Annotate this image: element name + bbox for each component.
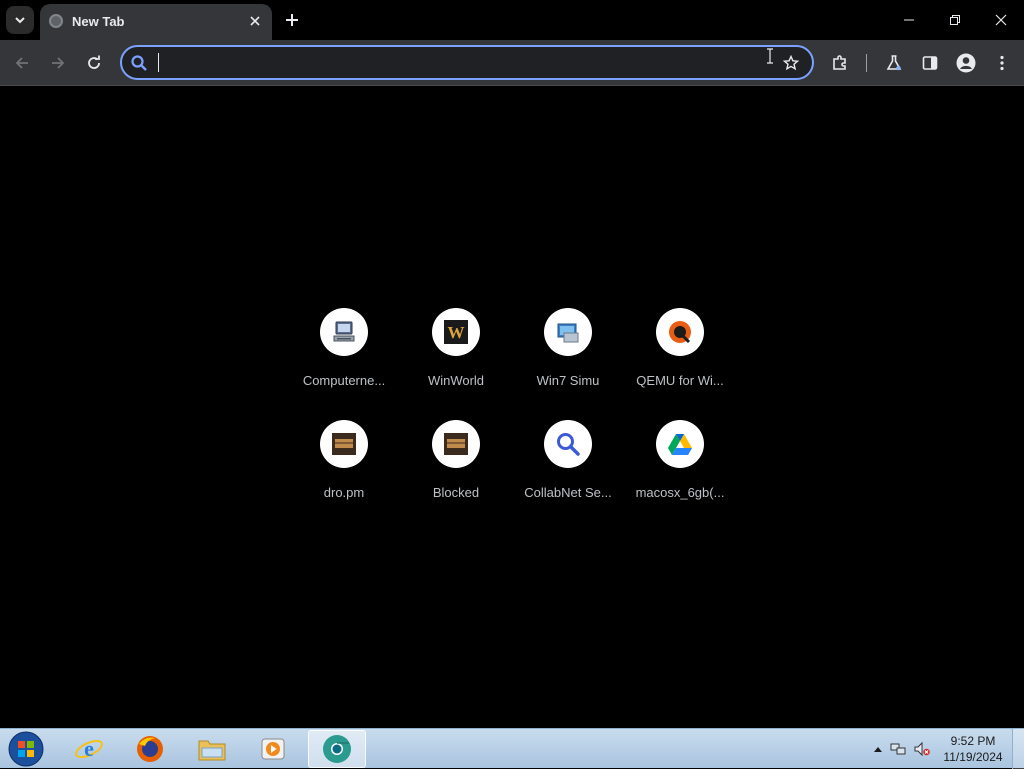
restore-icon: [950, 15, 960, 25]
shortcut-tile[interactable]: QEMU for Wi...: [624, 296, 736, 408]
bookmark-button[interactable]: [780, 52, 802, 74]
taskbar-file-explorer[interactable]: [183, 730, 241, 768]
shortcut-tile[interactable]: CollabNet Se...: [512, 408, 624, 520]
shortcut-label: WinWorld: [427, 373, 485, 388]
shortcut-tile[interactable]: dro.pm: [288, 408, 400, 520]
shortcut-label: Win7 Simu: [536, 373, 600, 388]
taskbar-media-player[interactable]: [244, 730, 302, 768]
taskbar-chrome[interactable]: [308, 730, 366, 768]
show-desktop-button[interactable]: [1012, 729, 1024, 769]
svg-text:e: e: [84, 736, 94, 761]
shortcut-tile[interactable]: W WinWorld: [400, 296, 512, 408]
taskbar-internet-explorer[interactable]: e: [60, 730, 118, 768]
start-button[interactable]: [4, 730, 48, 768]
firefox-icon: [137, 736, 163, 762]
blocked-site-icon: [432, 420, 480, 468]
side-panel-icon: [922, 56, 938, 70]
win7-simu-icon: [544, 308, 592, 356]
more-vert-icon: [1000, 55, 1004, 71]
close-window-button[interactable]: [978, 0, 1024, 40]
text-cursor-icon: [767, 48, 773, 64]
file-explorer-icon: [198, 740, 226, 761]
minimize-icon: [904, 19, 914, 21]
winworld-icon: W: [432, 308, 480, 356]
shortcut-label: CollabNet Se...: [524, 485, 612, 500]
profile-button[interactable]: [952, 49, 980, 77]
shortcut-label: dro.pm: [323, 485, 365, 500]
qemu-icon: [656, 308, 704, 356]
tab-search-button[interactable]: [6, 6, 34, 34]
close-icon: [995, 14, 1007, 26]
close-tab-button[interactable]: [246, 12, 264, 30]
text-caret: [158, 53, 159, 72]
forward-arrow-icon: [52, 57, 65, 69]
minimize-button[interactable]: [886, 0, 932, 40]
flask-icon: [886, 55, 902, 71]
labs-button[interactable]: [880, 49, 908, 77]
search-icon: [131, 55, 147, 71]
new-tab-button[interactable]: [280, 8, 304, 32]
toolbar-divider: [866, 54, 867, 72]
shortcut-label: macosx_6gb(...: [635, 485, 725, 500]
plus-icon: [286, 14, 298, 26]
shortcut-tile[interactable]: Win7 Simu: [512, 296, 624, 408]
side-panel-button[interactable]: [916, 49, 944, 77]
most-visited-shortcuts: Computerne... W WinWorld Win7 Simu QEMU …: [288, 296, 736, 520]
chevron-down-icon: [15, 17, 25, 24]
shortcut-label: Computerne...: [302, 373, 386, 388]
svg-text:W: W: [448, 323, 465, 342]
avatar-icon: [956, 53, 976, 73]
google-drive-icon: [656, 420, 704, 468]
forward-button[interactable]: [44, 49, 72, 77]
browser-toolbar: [0, 40, 1024, 86]
windows-taskbar: e 9:52 PM 11/19/2024: [0, 728, 1024, 769]
search-icon: [544, 420, 592, 468]
restore-button[interactable]: [932, 0, 978, 40]
menu-button[interactable]: [988, 49, 1016, 77]
reload-button[interactable]: [80, 49, 108, 77]
system-clock[interactable]: 9:52 PM 11/19/2024: [938, 733, 1008, 765]
back-arrow-icon: [15, 57, 28, 69]
close-icon: [250, 16, 260, 26]
show-hidden-icons-button[interactable]: [870, 741, 886, 757]
internet-explorer-icon: e: [75, 736, 103, 761]
volume-muted-icon: [914, 741, 930, 757]
chrome-icon: [323, 735, 351, 763]
shortcut-label: QEMU for Wi...: [636, 373, 724, 388]
shortcut-tile[interactable]: Blocked: [400, 408, 512, 520]
address-input[interactable]: [156, 52, 756, 74]
shortcut-label: Blocked: [432, 485, 480, 500]
shortcut-tile[interactable]: macosx_6gb(...: [624, 408, 736, 520]
star-icon: [783, 55, 799, 71]
network-tray-button[interactable]: [890, 741, 906, 757]
windows-logo-icon: [8, 731, 44, 767]
volume-tray-button[interactable]: [914, 741, 930, 757]
back-button[interactable]: [8, 49, 36, 77]
shortcut-tile[interactable]: Computerne...: [288, 296, 400, 408]
media-player-icon: [261, 738, 285, 760]
taskbar-firefox[interactable]: [121, 730, 179, 768]
new-tab-favicon-icon: [49, 14, 63, 28]
tab-title: New Tab: [72, 14, 125, 29]
network-icon: [890, 743, 906, 755]
omnibox[interactable]: [120, 45, 814, 80]
tab-strip: New Tab: [0, 0, 1024, 40]
extensions-button[interactable]: [826, 49, 854, 77]
dro-pm-icon: [320, 420, 368, 468]
computer-icon: [320, 308, 368, 356]
puzzle-piece-icon: [833, 55, 846, 70]
clock-date: 11/19/2024: [943, 750, 1003, 764]
clock-time: 9:52 PM: [950, 734, 996, 748]
chevron-up-icon: [874, 747, 882, 752]
tab-new-tab[interactable]: New Tab: [40, 4, 272, 40]
reload-icon: [88, 55, 100, 69]
